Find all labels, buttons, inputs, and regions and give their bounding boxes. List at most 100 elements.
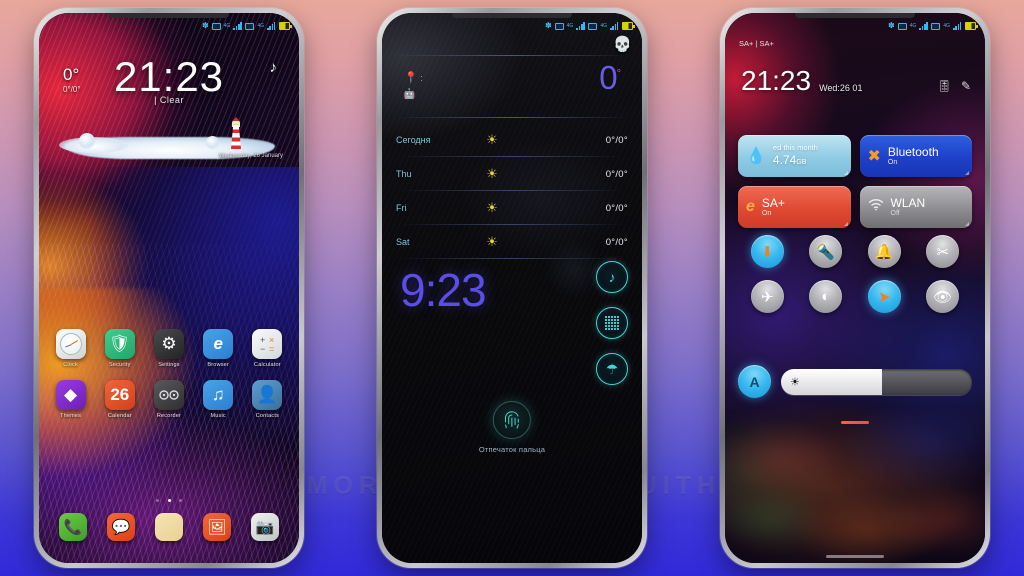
app-contacts[interactable]: 👤 Contacts bbox=[243, 380, 292, 419]
page-dot[interactable] bbox=[178, 499, 182, 502]
forecast-temps: 0°/0° bbox=[605, 236, 628, 248]
app-grid-icon[interactable] bbox=[596, 307, 628, 339]
data-drop-icon: 💧 bbox=[746, 148, 766, 165]
app-calendar[interactable]: 26 Calendar bbox=[95, 380, 144, 419]
signal-icon bbox=[267, 22, 276, 30]
tile-state: On bbox=[887, 158, 898, 166]
temp-unit: ° bbox=[616, 68, 622, 80]
status-bar-phone-1: ✽ 4G 4G bbox=[39, 18, 299, 34]
app-music[interactable]: ♫ Music bbox=[194, 380, 243, 419]
calendar-icon: 26 bbox=[104, 380, 135, 410]
umbrella-icon[interactable]: ☂ bbox=[596, 353, 628, 385]
bluetooth-icon: ✽ bbox=[544, 21, 552, 30]
recorder-icon bbox=[153, 380, 184, 410]
auto-brightness-button[interactable]: A bbox=[738, 365, 771, 398]
eye-icon[interactable]: 👁 bbox=[926, 280, 960, 313]
app-recorder[interactable]: Recorder bbox=[144, 380, 193, 419]
app-label: Settings bbox=[158, 362, 180, 368]
app-calculator[interactable]: + × − = Calculator bbox=[243, 329, 292, 368]
screenshot-scissors-icon[interactable]: ✂ bbox=[926, 235, 960, 268]
sim-icon bbox=[897, 22, 907, 30]
tile-title: WLAN bbox=[890, 195, 926, 210]
sim-icon bbox=[931, 22, 941, 30]
tile-data-usage[interactable]: 💧 ed this month 4.74GB bbox=[738, 135, 851, 177]
notes-icon[interactable] bbox=[155, 513, 183, 541]
tile-bluetooth[interactable]: ✖ Bluetooth On bbox=[859, 135, 972, 177]
phone-2-screen[interactable]: ✽ 4G 4G 💀 📍 : 🤖 0° Сегодня ☀ 0°/0° Thu ☀… bbox=[382, 13, 642, 563]
tile-value: 4.74GB bbox=[773, 153, 818, 167]
music-note-icon[interactable]: ♪ bbox=[596, 261, 628, 293]
forecast-row[interactable]: Sat ☀ 0°/0° bbox=[396, 225, 628, 259]
tile-wlan[interactable]: WLAN Off bbox=[859, 186, 972, 228]
signal-icon bbox=[576, 22, 585, 30]
svg-text:−: − bbox=[260, 344, 265, 354]
camera-icon[interactable]: 📷 bbox=[251, 513, 279, 541]
current-temperature: 0° bbox=[599, 59, 622, 97]
contrast-icon[interactable]: ◐ bbox=[809, 280, 843, 313]
lockscreen-date: Wednesday, 26 January bbox=[218, 153, 283, 159]
forecast-row[interactable]: Fri ☀ 0°/0° bbox=[396, 191, 628, 225]
network-type-label: 4G bbox=[909, 23, 917, 29]
phone-1-screen[interactable]: ✽ 4G 4G 0° 0°/0° 21:23 | Clear ♪ Wednesd… bbox=[39, 13, 299, 563]
fingerprint-unlock[interactable]: Отпечаток пальца bbox=[479, 401, 545, 454]
shade-date: Wed:26 01 bbox=[819, 83, 863, 93]
divider-line bbox=[396, 117, 628, 118]
status-bar-phone-3: ✽ 4G 4G bbox=[725, 18, 985, 34]
signal-icon bbox=[233, 22, 242, 30]
navigation-gesture-bar[interactable] bbox=[826, 555, 884, 558]
sim-icon bbox=[554, 22, 564, 30]
app-label: Clock bbox=[63, 362, 78, 368]
edit-pencil-icon[interactable]: ✎ bbox=[961, 79, 971, 93]
data-value: 4.74 bbox=[772, 153, 797, 168]
network-type-label: 4G bbox=[223, 23, 231, 29]
app-clock[interactable]: Clock bbox=[46, 329, 95, 368]
sun-icon: ☀ bbox=[486, 132, 498, 147]
fingerprint-icon[interactable] bbox=[493, 401, 531, 439]
flashlight-icon[interactable]: 🔦 bbox=[809, 235, 843, 268]
battery-icon bbox=[965, 22, 978, 30]
gear-icon: ⚙ bbox=[153, 329, 184, 359]
shade-handle[interactable] bbox=[725, 411, 985, 429]
shortcut-buttons: ♪ ☂ bbox=[596, 261, 628, 385]
brightness-slider[interactable]: ☀ bbox=[781, 368, 972, 395]
battery-icon bbox=[622, 22, 635, 30]
settings-slider-icon[interactable]: 🎚 bbox=[937, 79, 952, 93]
airplane-icon[interactable]: ✈ bbox=[750, 280, 784, 313]
navigation-arrow-icon[interactable]: ➤ bbox=[867, 280, 901, 313]
shield-icon: 🛡 bbox=[104, 329, 135, 359]
sun-icon: ☀ bbox=[486, 166, 498, 181]
forecast-row[interactable]: Thu ☀ 0°/0° bbox=[396, 157, 628, 191]
weather-location[interactable]: 📍 : bbox=[404, 71, 423, 84]
clock-icon bbox=[55, 329, 86, 359]
forecast-day: Сегодня bbox=[396, 135, 431, 145]
phone-icon[interactable]: 📞 bbox=[59, 513, 87, 541]
app-settings[interactable]: ⚙ Settings bbox=[144, 329, 193, 368]
bell-icon[interactable]: 🔔 bbox=[867, 235, 901, 268]
bluetooth-icon: ✽ bbox=[887, 21, 895, 30]
location-label: : bbox=[420, 73, 423, 83]
gallery-icon[interactable]: 🖼 bbox=[203, 513, 231, 541]
page-dot[interactable] bbox=[156, 499, 160, 502]
quick-settings-tiles: 💧 ed this month 4.74GB ✖ Bluetooth On e bbox=[738, 135, 972, 228]
phone-3-frame: ✽ 4G 4G SA+ | SA+ 21:23 Wed:26 01 🎚 ✎ 💧 … bbox=[720, 8, 990, 568]
shade-clock: 21:23 bbox=[741, 65, 812, 96]
phone-3-screen[interactable]: ✽ 4G 4G SA+ | SA+ 21:23 Wed:26 01 🎚 ✎ 💧 … bbox=[725, 13, 985, 563]
battery-icon bbox=[279, 22, 292, 30]
location-icon[interactable]: ⬇ bbox=[750, 235, 784, 268]
page-dot-active[interactable] bbox=[167, 499, 171, 502]
app-label: Contacts bbox=[255, 413, 280, 419]
tile-mobile-data[interactable]: e SA+ On bbox=[738, 186, 851, 228]
quick-toggle-row: ⬇ 🔦 🔔 ✂ ✈ ◐ ➤ 👁 bbox=[738, 235, 972, 313]
app-browser[interactable]: e Browser bbox=[194, 329, 243, 368]
brightness-sun-icon: ☀ bbox=[790, 376, 800, 388]
sun-icon: ☀ bbox=[486, 234, 498, 249]
message-icon[interactable]: 💬 bbox=[107, 513, 135, 541]
app-themes[interactable]: ◆ Themes bbox=[46, 380, 95, 419]
app-security[interactable]: 🛡 Security bbox=[95, 329, 144, 368]
tile-state: Off bbox=[890, 209, 900, 217]
music-note-icon[interactable]: ♪ bbox=[270, 59, 278, 76]
skull-icon[interactable]: 💀 bbox=[613, 35, 632, 53]
forecast-row[interactable]: Сегодня ☀ 0°/0° bbox=[396, 123, 628, 157]
forecast-temps: 0°/0° bbox=[605, 134, 628, 146]
lighthouse-icon bbox=[229, 117, 243, 149]
